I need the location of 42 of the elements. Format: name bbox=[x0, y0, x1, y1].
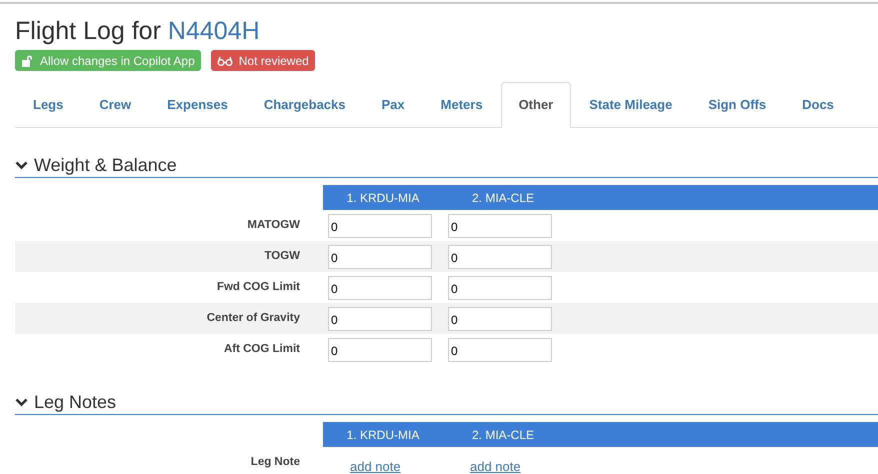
add-note-link[interactable]: add note bbox=[470, 451, 521, 474]
input-field[interactable]: 0 bbox=[328, 244, 432, 268]
tab[interactable]: State Mileage bbox=[571, 82, 690, 128]
section-title: Weight & Balance bbox=[34, 154, 177, 176]
input-field[interactable]: 0 bbox=[448, 306, 552, 330]
row-label: TOGW bbox=[263, 249, 301, 262]
tab[interactable]: Crew bbox=[81, 82, 150, 128]
row-label: Leg Note bbox=[250, 455, 301, 468]
input-field[interactable]: 0 bbox=[448, 214, 552, 238]
input-field[interactable]: 0 bbox=[328, 276, 432, 300]
glasses-icon bbox=[216, 56, 233, 66]
tab[interactable]: Pax bbox=[364, 82, 423, 128]
chevron-down-icon[interactable] bbox=[15, 160, 28, 170]
input-field[interactable]: 0 bbox=[328, 338, 432, 362]
add-note-link[interactable]: add note bbox=[350, 451, 401, 474]
section-title: Leg Notes bbox=[34, 391, 116, 413]
row-label: Aft COG Limit bbox=[222, 342, 301, 355]
input-field[interactable]: 0 bbox=[328, 306, 432, 330]
page-title: Flight Log for bbox=[15, 17, 161, 45]
tab[interactable]: Expenses bbox=[149, 82, 246, 128]
tail-number-link[interactable]: N4404H bbox=[168, 17, 260, 45]
tab[interactable]: Docs bbox=[784, 82, 852, 128]
row-label: Center of Gravity bbox=[206, 311, 301, 324]
tab[interactable]: Sign Offs bbox=[690, 82, 784, 128]
input-field[interactable]: 0 bbox=[448, 244, 552, 268]
tab[interactable]: Meters bbox=[422, 82, 501, 128]
column-header: 1. KRDU-MIA bbox=[346, 190, 420, 204]
column-header: 2. MIA-CLE bbox=[470, 428, 535, 442]
column-header: 1. KRDU-MIA bbox=[346, 428, 420, 442]
tab[interactable]: Other bbox=[500, 82, 572, 128]
input-field[interactable]: 0 bbox=[328, 214, 432, 238]
input-field[interactable]: 0 bbox=[448, 338, 552, 362]
lock-open-icon bbox=[21, 54, 34, 66]
row-label: MATOGW bbox=[246, 218, 301, 231]
status-badge: Not reviewed bbox=[210, 50, 315, 71]
row-label: Fwd COG Limit bbox=[216, 280, 301, 293]
input-field[interactable]: 0 bbox=[448, 276, 552, 300]
tab[interactable]: Chargebacks bbox=[246, 82, 364, 128]
chevron-down-icon[interactable] bbox=[15, 398, 28, 406]
column-header: 2. MIA-CLE bbox=[470, 190, 535, 204]
status-badge: Allow changes in Copilot App bbox=[15, 50, 201, 71]
tab[interactable]: Legs bbox=[15, 82, 82, 128]
